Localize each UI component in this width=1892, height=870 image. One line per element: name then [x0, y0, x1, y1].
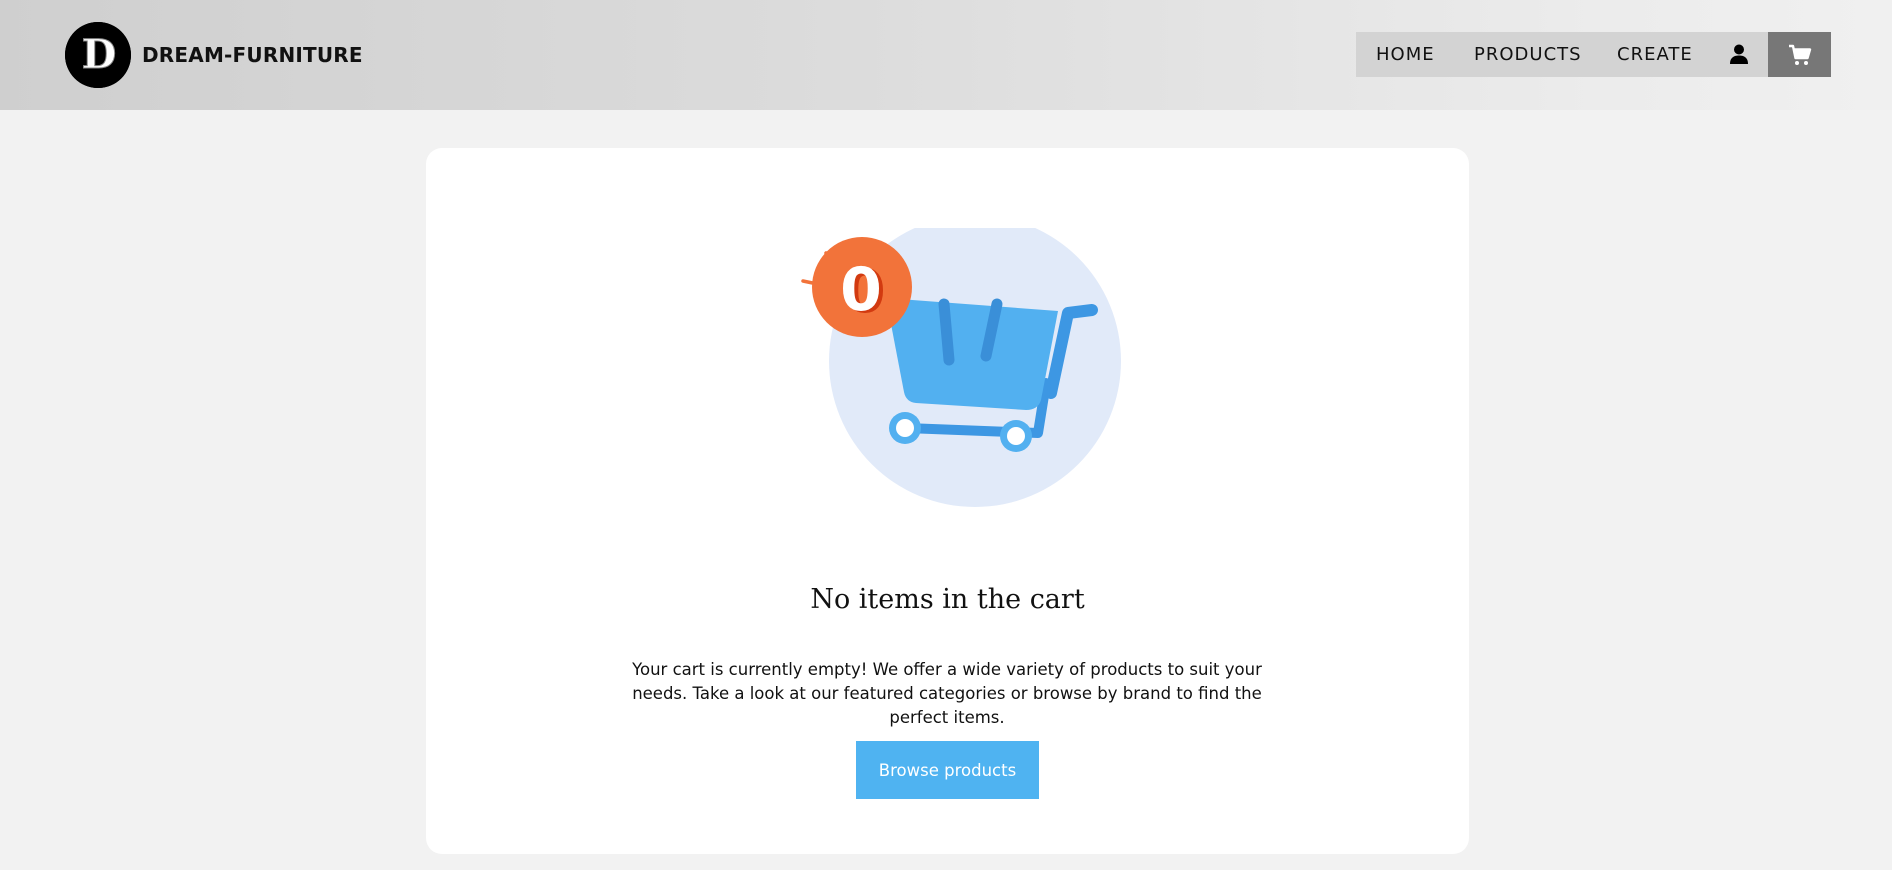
- nav-create[interactable]: CREATE: [1617, 44, 1693, 65]
- main-nav: HOME PRODUCTS CREATE: [1356, 32, 1831, 77]
- brand[interactable]: D DREAM-FURNITURE: [65, 22, 363, 88]
- empty-cart-description: Your cart is currently empty! We offer a…: [632, 660, 1262, 727]
- site-header: D DREAM-FURNITURE HOME PRODUCTS CREATE: [0, 0, 1892, 110]
- cart-button[interactable]: [1768, 32, 1831, 77]
- empty-cart-title: No items in the cart: [810, 584, 1085, 615]
- logo-letter: D: [82, 31, 117, 78]
- logo: D: [65, 22, 131, 88]
- nav-home[interactable]: HOME: [1376, 44, 1435, 65]
- empty-cart-card: 0 0 No items in the cart Your cart is cu…: [426, 148, 1469, 854]
- nav-products[interactable]: PRODUCTS: [1474, 44, 1582, 65]
- user-icon[interactable]: [1728, 43, 1750, 65]
- brand-name: DREAM-FURNITURE: [142, 43, 363, 67]
- cart-icon: [1788, 44, 1811, 65]
- empty-cart-illustration: 0 0: [801, 228, 1121, 507]
- cart-basket: [886, 298, 1058, 410]
- browse-products-button[interactable]: Browse products: [856, 741, 1039, 799]
- cart-badge-count: 0: [840, 255, 882, 325]
- logo-mark: D: [65, 22, 131, 88]
